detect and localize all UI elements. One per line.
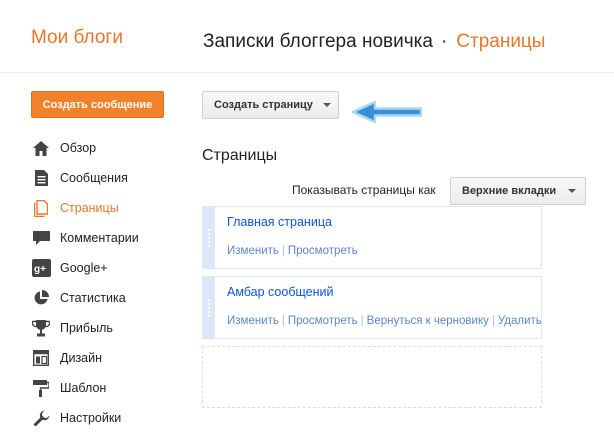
sidebar-item-settings[interactable]: Настройки xyxy=(31,403,191,433)
view-link[interactable]: Просмотреть xyxy=(288,245,358,257)
link-separator: | xyxy=(281,245,285,257)
link-separator: | xyxy=(491,315,495,327)
google-plus-icon: g+ xyxy=(31,259,51,277)
page-item-title[interactable]: Главная страница xyxy=(227,215,332,229)
create-page-label: Создать страницу xyxy=(214,99,313,111)
page-item[interactable]: Главная страница Изменить | Просмотреть xyxy=(202,206,542,269)
edit-link[interactable]: Изменить xyxy=(227,315,279,327)
edit-link[interactable]: Изменить xyxy=(227,245,279,257)
drag-handle[interactable] xyxy=(203,277,215,338)
sidebar-item-posts[interactable]: Сообщения xyxy=(31,163,191,193)
show-pages-select[interactable]: Верхние вкладки xyxy=(450,177,586,205)
link-separator: | xyxy=(360,315,364,327)
new-post-button[interactable]: Создать сообщение xyxy=(31,91,164,118)
sidebar-item-label: Google+ xyxy=(60,261,108,275)
sidebar-item-google-plus[interactable]: g+ Google+ xyxy=(31,253,191,283)
section-title: Страницы xyxy=(456,31,546,52)
pie-chart-icon xyxy=(31,289,51,307)
empty-page-slot xyxy=(202,346,542,408)
top-header: Мои блоги Записки блоггера новичка · Стран… xyxy=(0,0,614,73)
sidebar-item-label: Дизайн xyxy=(60,351,103,365)
chevron-down-icon xyxy=(568,189,577,193)
sidebar-item-overview[interactable]: Обзор xyxy=(31,133,191,163)
sidebar-item-label: Прибыль xyxy=(60,321,113,335)
comment-icon xyxy=(31,229,51,247)
breadcrumb-separator: · xyxy=(440,31,448,52)
wrench-icon xyxy=(31,409,51,427)
view-link[interactable]: Просмотреть xyxy=(288,315,358,327)
drag-handle[interactable] xyxy=(203,207,215,268)
layout-icon xyxy=(31,349,51,367)
show-pages-label: Показывать страницы как xyxy=(292,183,436,197)
blog-breadcrumb: Записки блоггера новичка · Страницы xyxy=(203,31,545,53)
sidebar-item-earnings[interactable]: Прибыль xyxy=(31,313,191,343)
link-separator: | xyxy=(281,315,285,327)
sidebar-item-label: Статистика xyxy=(60,291,126,305)
sidebar-item-label: Настройки xyxy=(60,411,122,425)
delete-link[interactable]: Удалить xyxy=(498,315,541,327)
home-icon xyxy=(31,139,51,157)
trophy-icon xyxy=(31,319,51,337)
my-blogs-link[interactable]: Мои блоги xyxy=(31,27,123,49)
page-item-actions: Изменить | Просмотреть | Вернуться к чернови… xyxy=(227,315,541,327)
sidebar-item-label: Страницы xyxy=(60,201,119,215)
sidebar-item-label: Сообщения xyxy=(60,171,128,185)
sidebar-item-layout[interactable]: Дизайн xyxy=(31,343,191,373)
arrow-left-icon xyxy=(351,100,423,124)
sidebar-nav: Обзор Сообщения Страницы Комментарии g+ … xyxy=(31,133,191,433)
page-item-title[interactable]: Амбар сообщений xyxy=(227,285,333,299)
sidebar-item-label: Комментарии xyxy=(60,231,139,245)
chevron-down-icon xyxy=(322,103,331,107)
paint-roller-icon xyxy=(31,379,51,397)
sidebar-item-pages[interactable]: Страницы xyxy=(31,193,191,223)
show-pages-value: Верхние вкладки xyxy=(462,185,557,197)
sidebar-item-template[interactable]: Шаблон xyxy=(31,373,191,403)
grip-dots-icon xyxy=(208,299,210,317)
pages-icon xyxy=(31,199,51,217)
document-icon xyxy=(31,169,51,187)
grip-dots-icon xyxy=(208,229,210,247)
page-title: Страницы xyxy=(202,147,278,164)
blog-title[interactable]: Записки блоггера новичка xyxy=(203,31,433,52)
page-item-actions: Изменить | Просмотреть xyxy=(227,245,358,257)
sidebar-item-label: Обзор xyxy=(60,141,97,155)
sidebar-item-stats[interactable]: Статистика xyxy=(31,283,191,313)
page-item[interactable]: Амбар сообщений Изменить | Просмотреть | Вер… xyxy=(202,276,542,339)
sidebar-item-label: Шаблон xyxy=(60,381,107,395)
create-page-button[interactable]: Создать страницу xyxy=(202,91,339,119)
svg-text:g+: g+ xyxy=(34,264,46,275)
revert-to-draft-link[interactable]: Вернуться к черновику xyxy=(367,315,489,327)
sidebar-item-comments[interactable]: Комментарии xyxy=(31,223,191,253)
